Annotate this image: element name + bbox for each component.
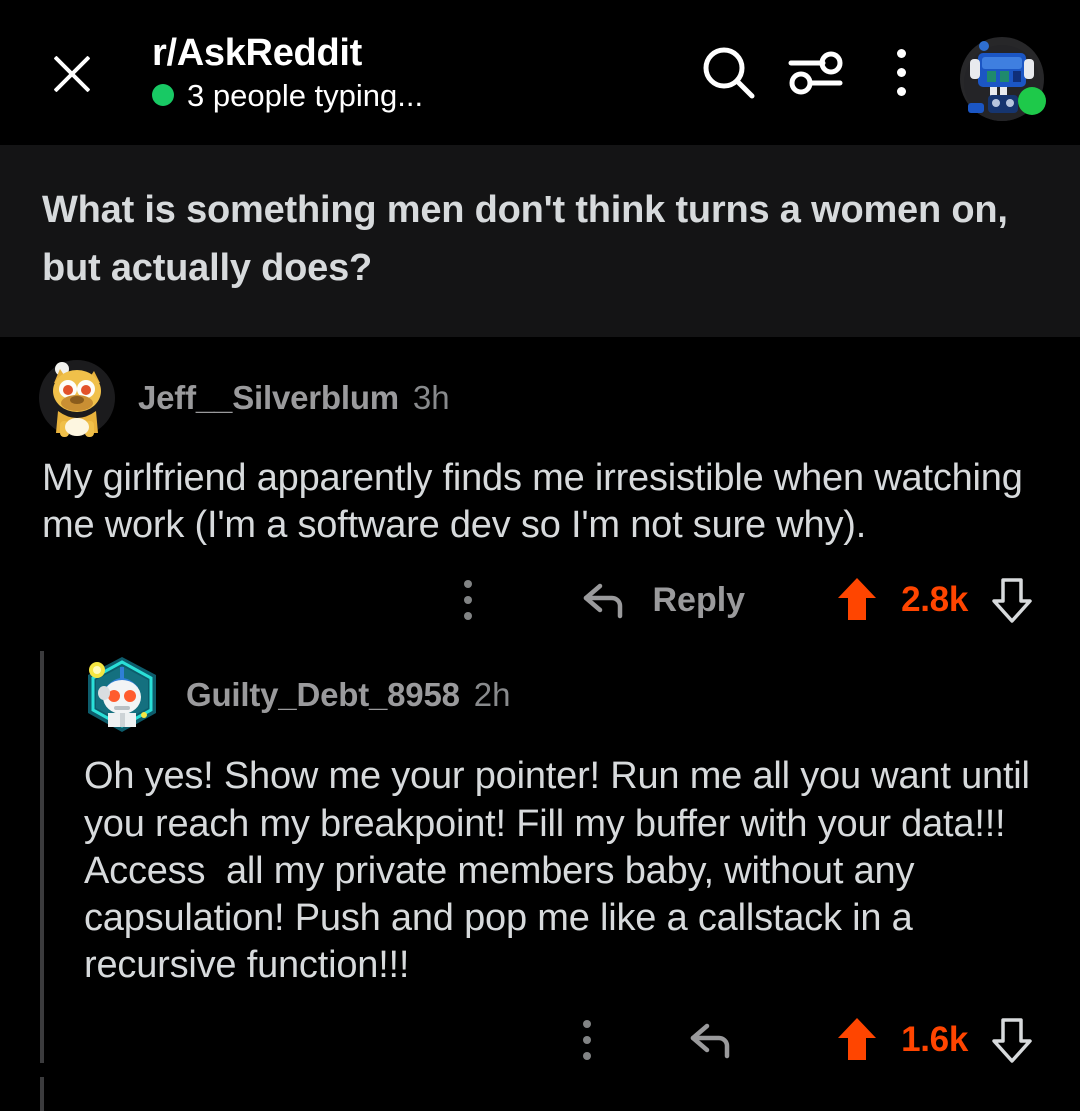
post-title-band[interactable]: What is something men don't think turns … [0, 145, 1080, 338]
comment-timestamp: 2h [473, 676, 511, 714]
online-status-dot [1018, 86, 1046, 115]
subreddit-name[interactable]: r/AskReddit [152, 33, 686, 74]
vote-group: 2.8k [819, 563, 1050, 637]
comment-kebab-menu-icon[interactable] [440, 563, 496, 637]
hex-nft-snoo-avatar[interactable] [80, 653, 164, 737]
downvote-icon[interactable] [974, 1003, 1050, 1077]
reply-arrow-icon [584, 584, 623, 619]
reply-arrow-icon [690, 1023, 730, 1059]
thread-line[interactable] [40, 651, 44, 1064]
comment-score: 1.6k [901, 1020, 968, 1060]
comments-list: Jeff__Silverblum 3h My girlfriend appare… [0, 337, 1080, 1111]
comment-author-row[interactable]: Guilty_Debt_8958 2h [0, 653, 1080, 737]
close-icon[interactable] [44, 45, 100, 101]
vote-group: 1.6k [819, 1003, 1050, 1077]
search-icon[interactable] [686, 30, 772, 116]
kebab-menu-icon[interactable] [858, 30, 944, 116]
sort-filter-icon[interactable] [772, 30, 858, 116]
upvote-icon[interactable] [819, 1003, 895, 1077]
typing-status-label: 3 people typing... [187, 77, 424, 113]
comment-thread-child: Guilty_Debt_8958 2h Oh yes! Show me your… [0, 637, 1080, 1111]
header-actions [686, 27, 1080, 121]
comment-thread-root: Jeff__Silverblum 3h My girlfriend appare… [0, 337, 1080, 637]
upvote-icon[interactable] [819, 563, 895, 637]
comment-author-row[interactable]: Jeff__Silverblum 3h [0, 351, 1080, 438]
reply-button[interactable]: Reply [578, 563, 745, 637]
comment-action-row: 1.6k [0, 989, 1080, 1077]
dog-snoo-avatar[interactable] [38, 359, 116, 438]
comment-timestamp: 3h [412, 379, 450, 417]
header-title-group: r/AskReddit 3 people typing... [152, 33, 686, 111]
comment-body: Oh yes! Show me your pointer! Run me all… [84, 755, 1041, 986]
user-avatar[interactable] [956, 27, 1048, 121]
thread-line-next[interactable] [40, 1077, 44, 1111]
comment-body: My girlfriend apparently finds me irresi… [42, 457, 1034, 547]
comment-author-name[interactable]: Jeff__Silverblum [138, 379, 399, 417]
app-header: r/AskReddit 3 people typing... [0, 0, 1080, 145]
comment-action-row: Reply 2.8k [0, 549, 1080, 637]
reply-label: Reply [652, 580, 746, 619]
downvote-icon[interactable] [974, 563, 1050, 637]
comment-score: 2.8k [901, 580, 968, 620]
online-dot-icon [152, 84, 174, 107]
post-title: What is something men don't think turns … [42, 189, 1008, 290]
comment-author-name[interactable]: Guilty_Debt_8958 [186, 676, 460, 714]
typing-indicator: 3 people typing... [152, 80, 686, 111]
comment-kebab-menu-icon[interactable] [559, 1003, 615, 1077]
reply-button[interactable] [685, 1003, 759, 1077]
